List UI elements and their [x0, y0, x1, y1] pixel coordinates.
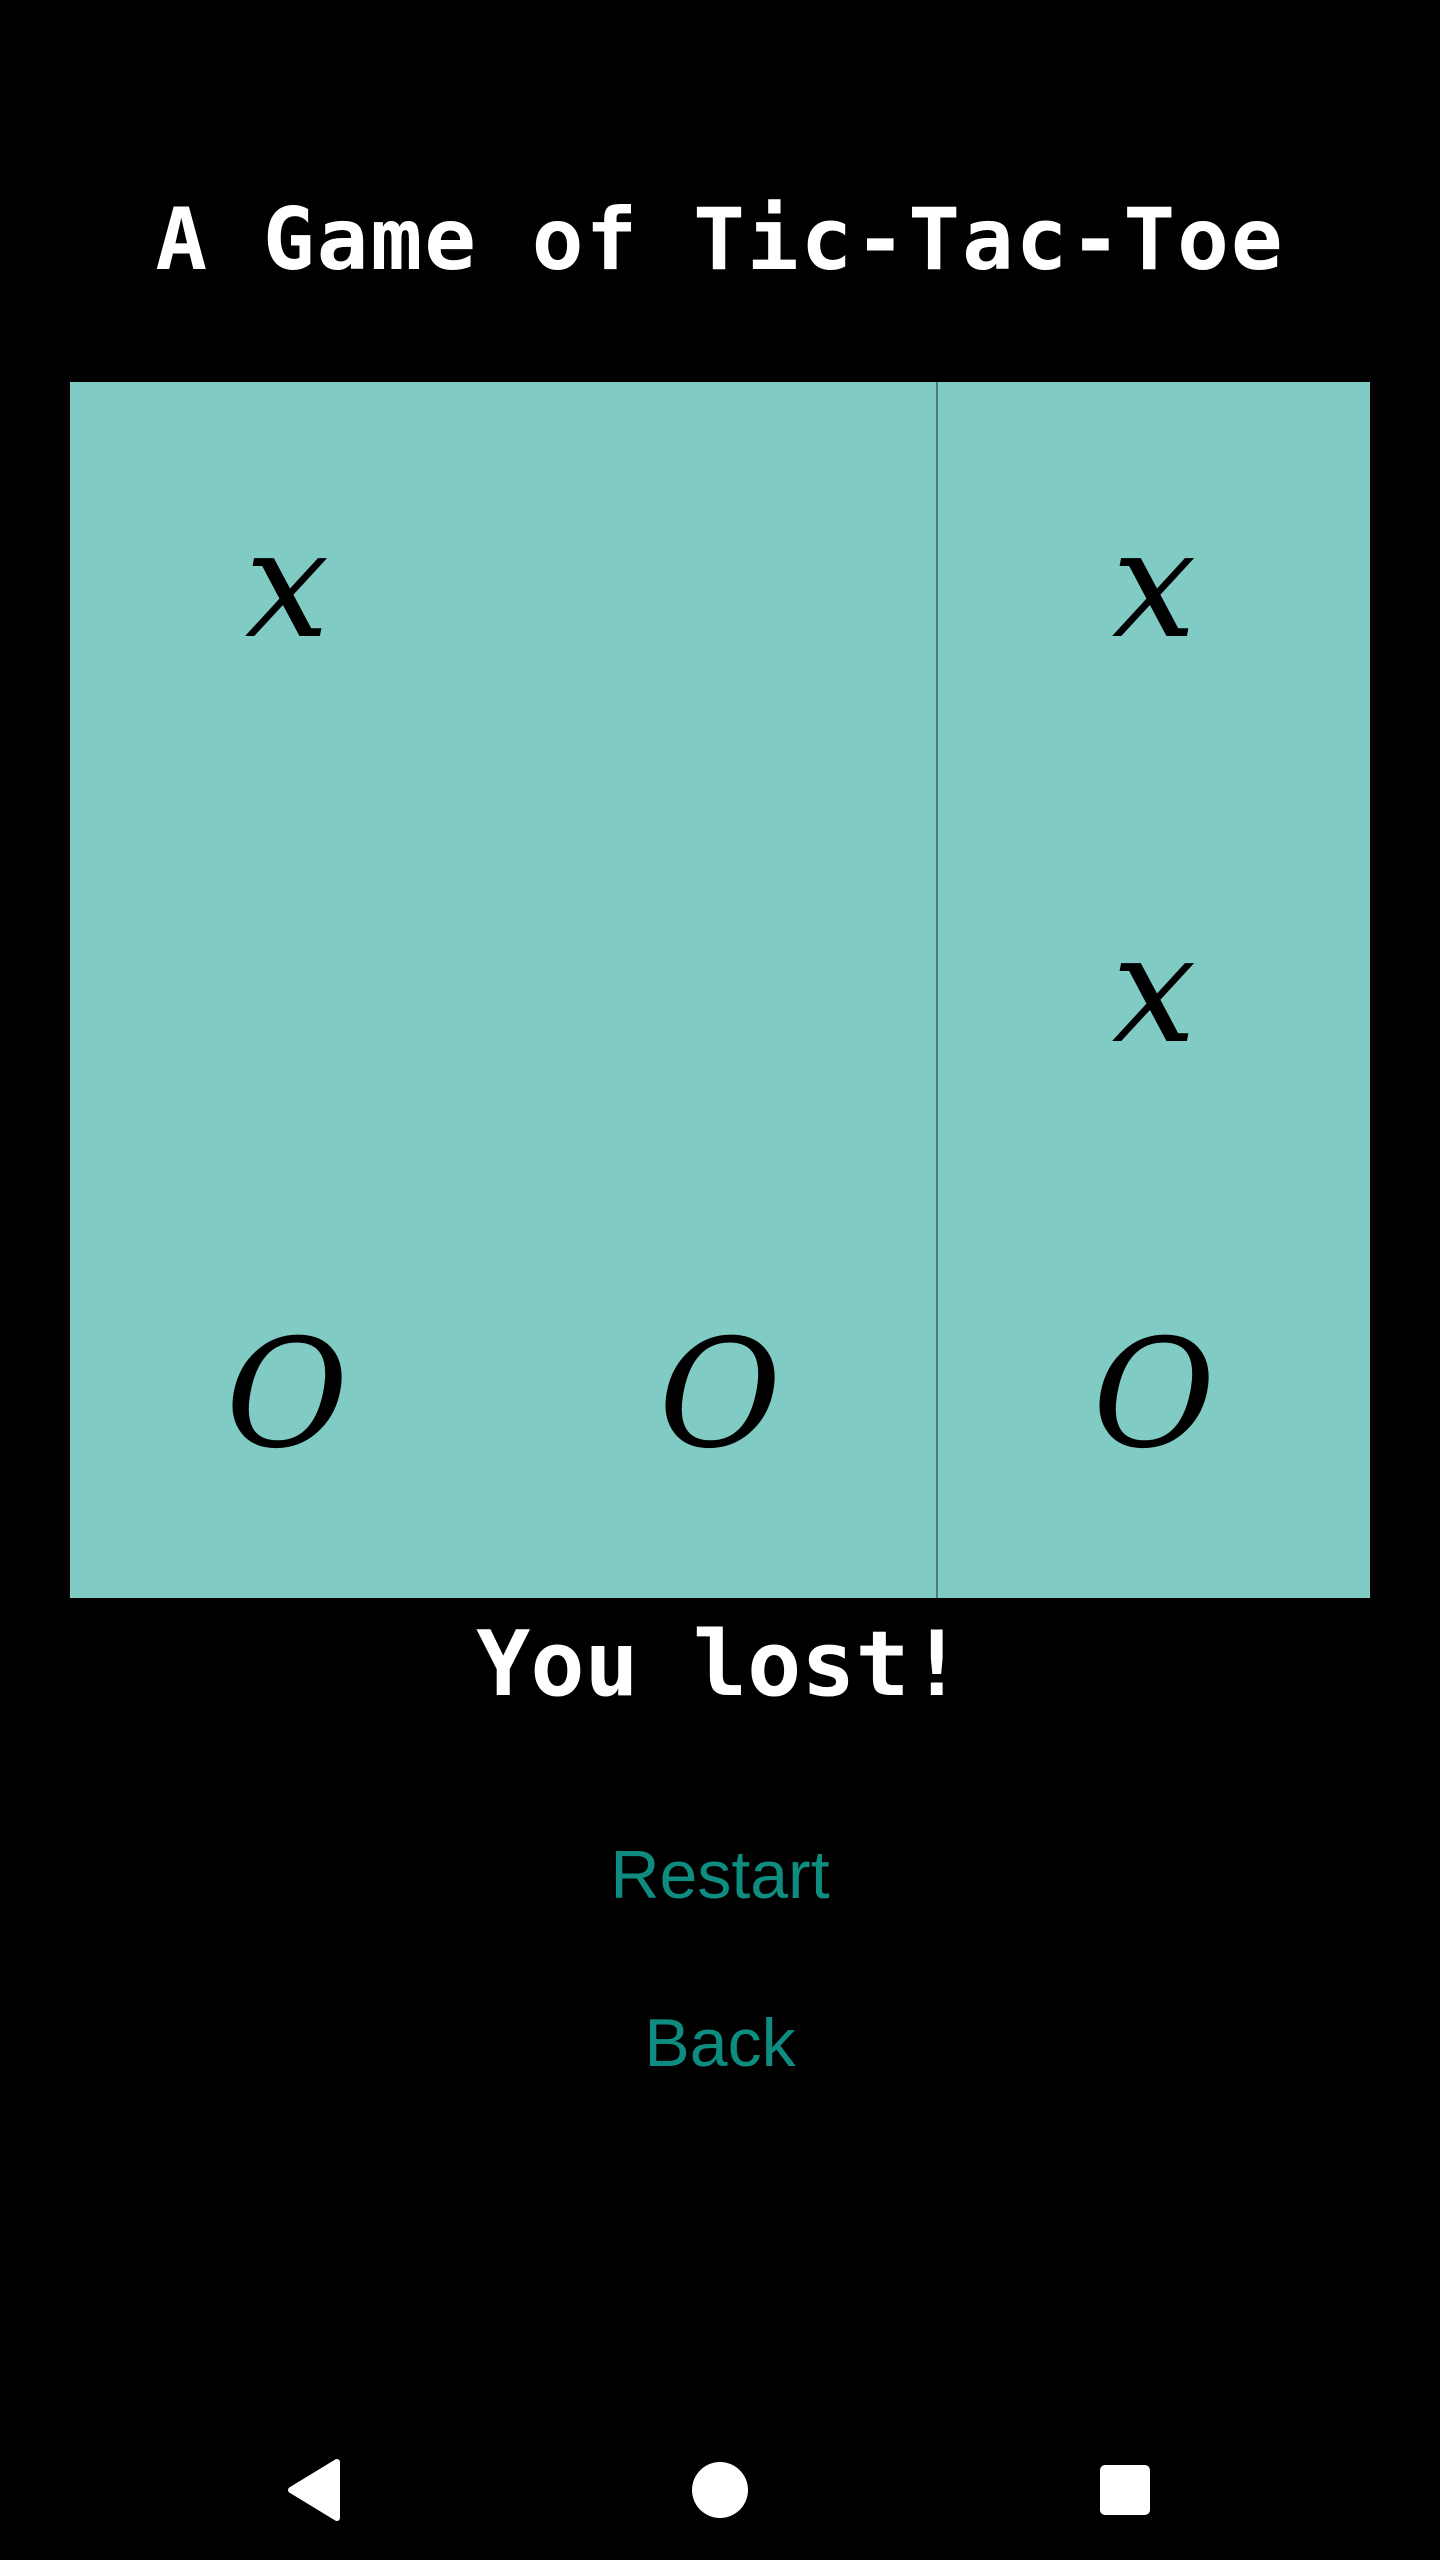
board-cell-2-2[interactable]	[503, 787, 937, 1192]
back-button[interactable]: Back	[520, 1988, 920, 2098]
cell-mark: O	[658, 1307, 782, 1482]
board-cell-2-3[interactable]: x	[937, 787, 1371, 1192]
cell-mark: O	[225, 1307, 349, 1482]
restart-button[interactable]: Restart	[520, 1820, 920, 1930]
board-divider	[936, 382, 938, 1598]
back-triangle-icon	[288, 2459, 340, 2521]
system-navigation-bar	[0, 2420, 1440, 2560]
cell-mark: O	[1092, 1307, 1216, 1482]
board-cell-3-1[interactable]: O	[70, 1192, 504, 1597]
board-cell-3-3[interactable]: O	[937, 1192, 1371, 1597]
nav-home-button[interactable]	[670, 2440, 770, 2540]
home-circle-icon	[692, 2462, 748, 2518]
game-board: x x x O O O	[70, 382, 1370, 1598]
board-cell-3-2[interactable]: O	[503, 1192, 937, 1597]
board-cell-1-2[interactable]	[503, 382, 937, 787]
game-status-message: You lost!	[476, 1612, 964, 1717]
nav-recent-apps-button[interactable]	[1075, 2440, 1175, 2540]
page-title: A Game of Tic-Tac-Toe	[155, 190, 1285, 290]
cell-mark: x	[1111, 497, 1197, 672]
board-cell-1-3[interactable]: x	[937, 382, 1371, 787]
recent-apps-square-icon	[1100, 2465, 1150, 2515]
cell-mark: x	[1111, 902, 1197, 1077]
cell-mark: x	[244, 497, 330, 672]
board-cell-2-1[interactable]	[70, 787, 504, 1192]
board-cell-1-1[interactable]: x	[70, 382, 504, 787]
nav-back-button[interactable]	[265, 2440, 365, 2540]
